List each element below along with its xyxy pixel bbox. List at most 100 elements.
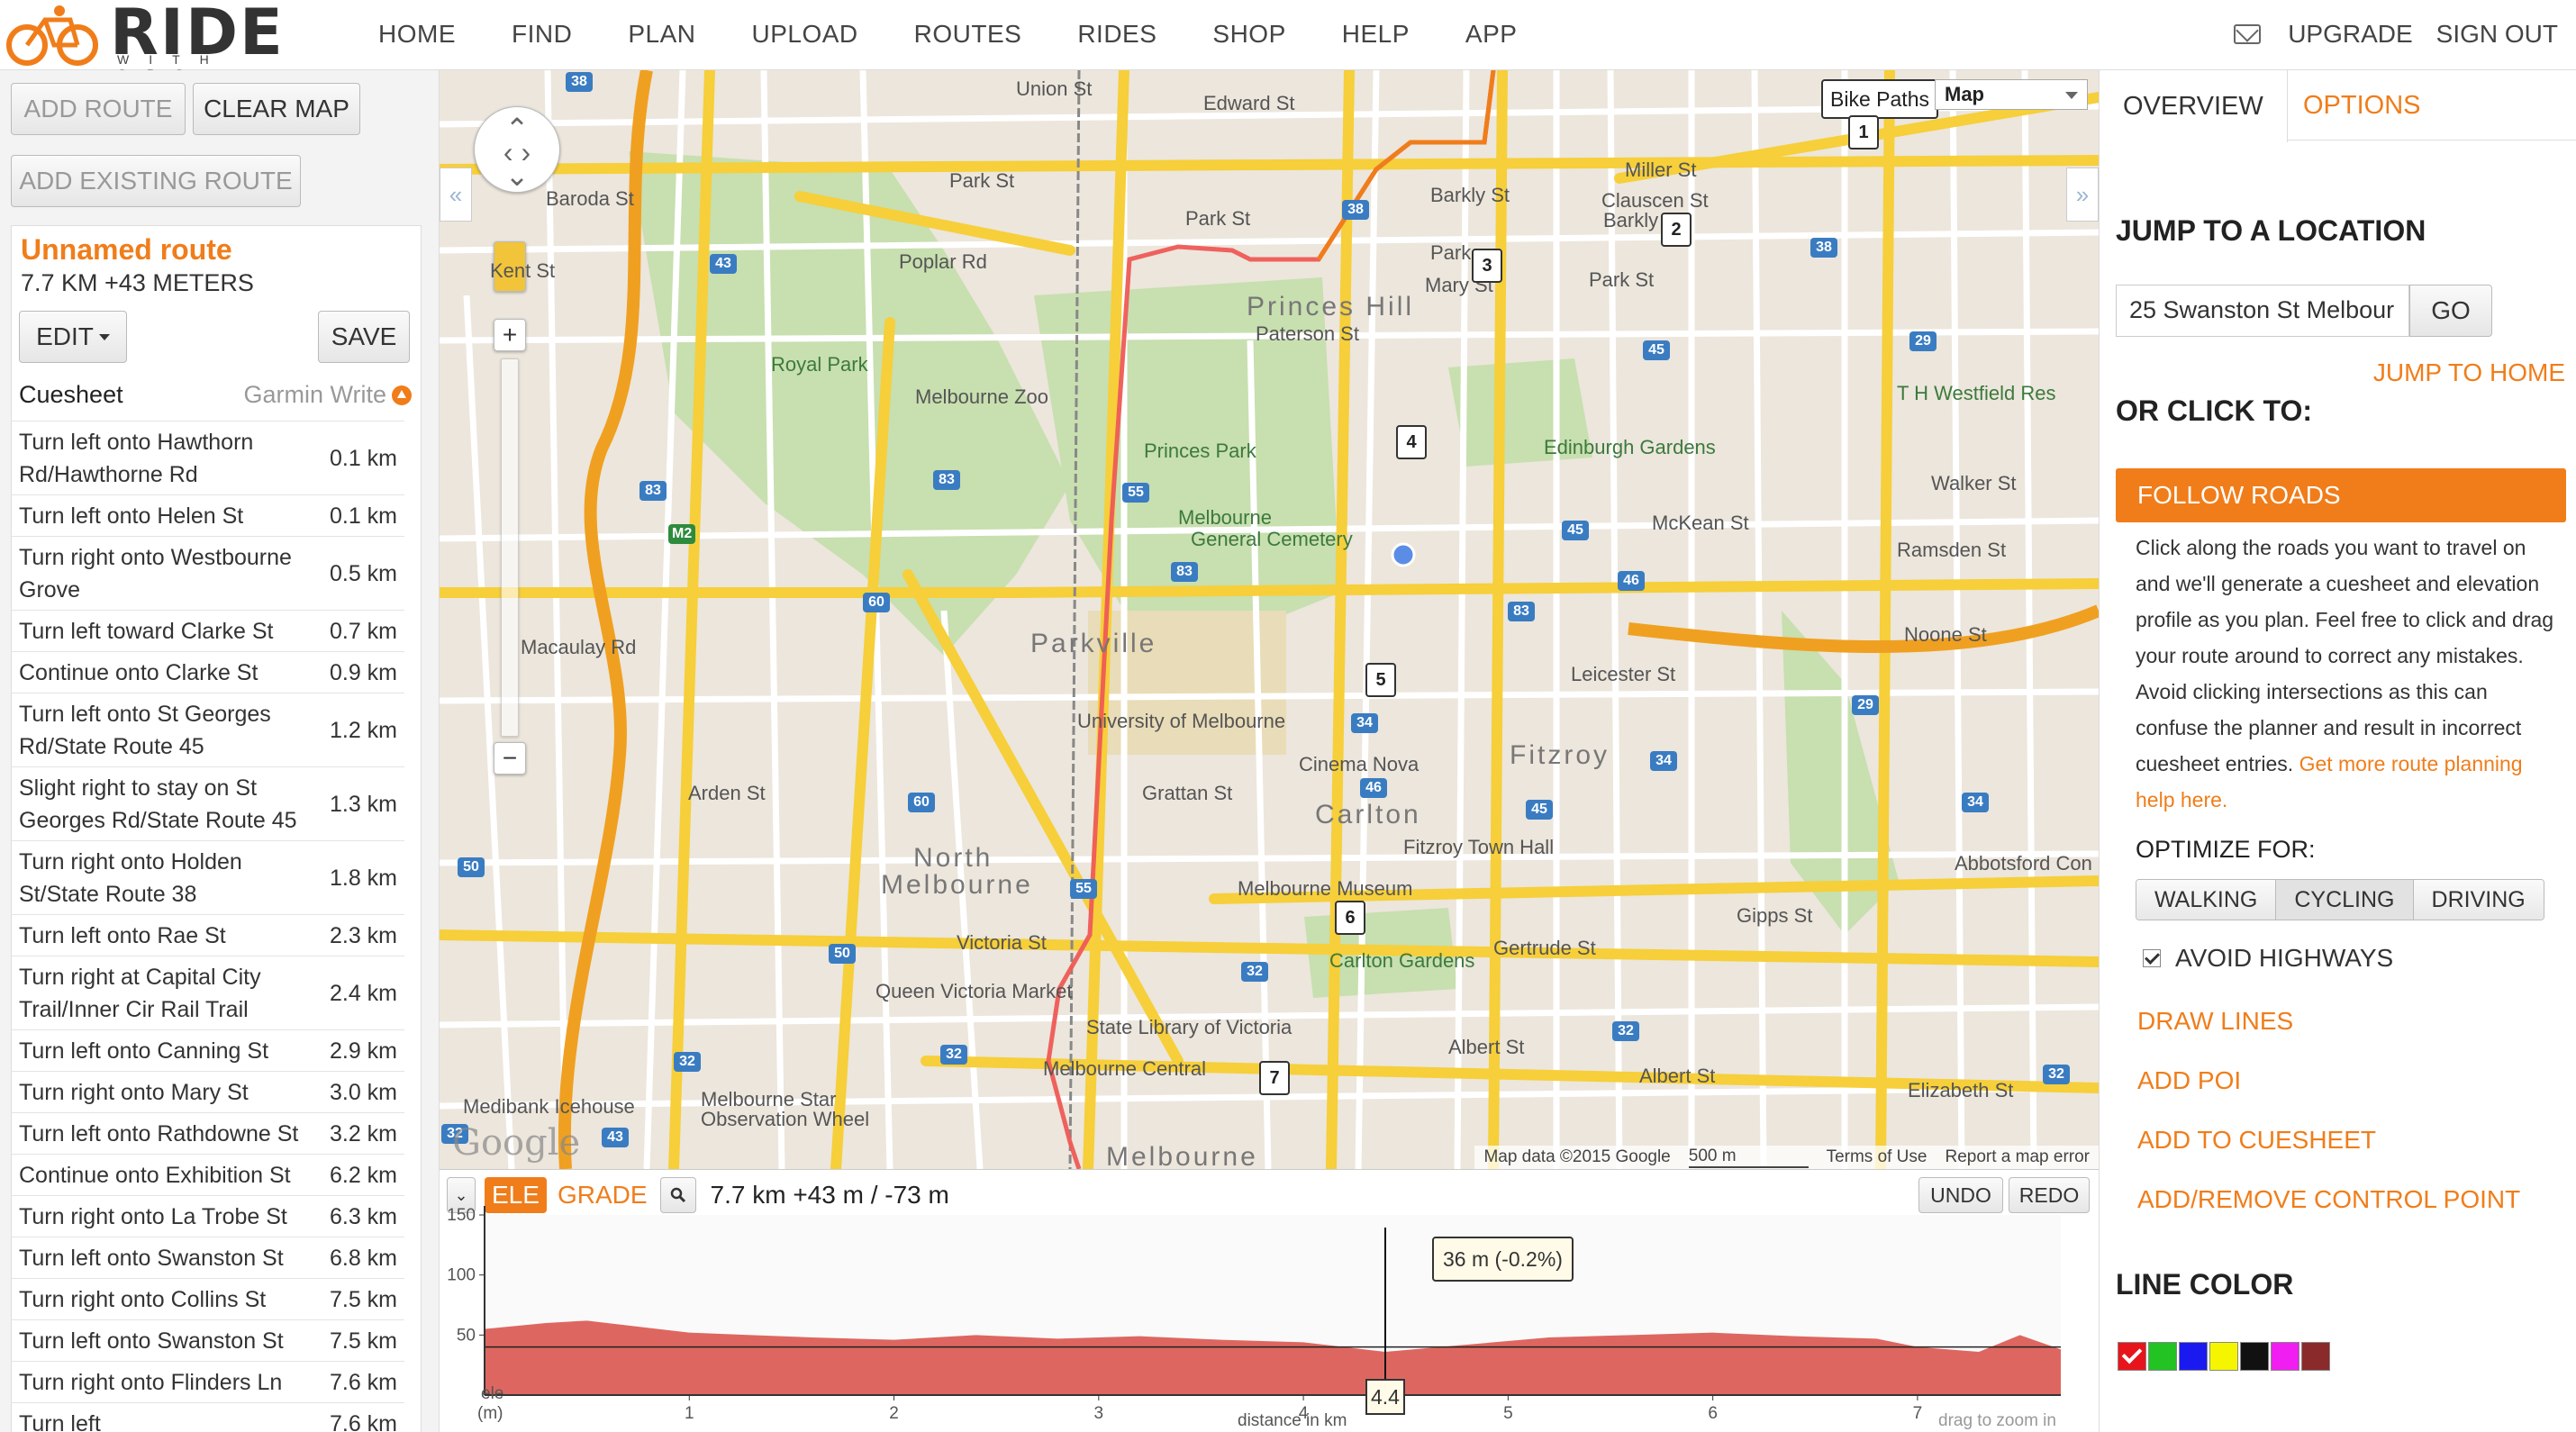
map-place-label: Princes Park — [1144, 440, 1256, 462]
add-route-button[interactable]: ADD ROUTE — [11, 83, 186, 135]
cue-row[interactable]: Turn left onto St Georges Rd/State Route… — [12, 693, 404, 766]
add-poi-mode[interactable]: ADD POI — [2137, 1066, 2241, 1095]
line-color-swatch[interactable] — [2240, 1342, 2269, 1371]
line-color-swatch[interactable] — [2179, 1342, 2208, 1371]
optimize-walking-button[interactable]: WALKING — [2136, 880, 2277, 920]
ride-with-gps-logo[interactable]: RIDE WITH GPS — [4, 0, 319, 81]
nav-home[interactable]: HOME — [378, 20, 456, 49]
upgrade-link[interactable]: UPGRADE — [2288, 20, 2412, 49]
cursor-distance-label: 4.4 — [1365, 1379, 1405, 1415]
nav-upload[interactable]: UPLOAD — [751, 20, 857, 49]
clear-map-button[interactable]: CLEAR MAP — [193, 83, 360, 135]
zoom-slider[interactable] — [501, 358, 519, 737]
nav-shop[interactable]: SHOP — [1212, 20, 1285, 49]
report-map-error-link[interactable]: Report a map error — [1945, 1147, 2090, 1167]
cue-row[interactable]: Turn right onto Flinders Ln 7.6 km — [12, 1361, 404, 1402]
cue-row[interactable]: Turn left onto Hawthorn Rd/Hawthorne Rd 0… — [12, 421, 404, 494]
tab-options[interactable]: OPTIONS — [2280, 70, 2444, 140]
optimize-driving-button[interactable]: DRIVING — [2413, 880, 2544, 920]
map-place-label: McKean St — [1652, 512, 1749, 534]
route-shield-icon: 43 — [602, 1128, 629, 1147]
route-shield-icon: 29 — [1852, 695, 1879, 715]
map-place-label: Poplar Rd — [899, 250, 987, 273]
cue-distance: 3.0 km — [329, 1079, 397, 1105]
cue-row[interactable]: Turn left onto Rathdowne St 3.2 km — [12, 1112, 404, 1154]
line-color-swatch[interactable] — [2271, 1342, 2299, 1371]
control-point-marker[interactable]: 4 — [1396, 425, 1427, 459]
save-button[interactable]: SAVE — [318, 311, 410, 363]
cue-row[interactable]: Turn left onto Helen St 0.1 km — [12, 494, 404, 536]
control-point-marker[interactable]: 1 — [1848, 115, 1879, 150]
add-remove-control-point-mode[interactable]: ADD/REMOVE CONTROL POINT — [2137, 1185, 2520, 1214]
edit-dropdown-button[interactable]: EDIT — [19, 311, 127, 363]
control-point-marker[interactable]: 2 — [1661, 213, 1692, 247]
route-name[interactable]: Unnamed route — [21, 233, 232, 267]
follow-roads-mode[interactable]: FOLLOW ROADS — [2116, 468, 2566, 522]
nav-plan[interactable]: PLAN — [628, 20, 695, 49]
zoom-in-button[interactable]: + — [494, 319, 526, 351]
collapse-left-panel-icon[interactable]: « — [440, 168, 472, 222]
collapse-right-panel-icon[interactable]: » — [2066, 168, 2099, 222]
map-type-select[interactable]: Map — [1935, 79, 2088, 110]
x-tick-label: 7 — [1913, 1404, 1923, 1423]
nav-app[interactable]: APP — [1465, 20, 1518, 49]
line-color-swatch[interactable] — [2209, 1342, 2238, 1371]
cue-row[interactable]: Turn right onto Holden St/State Route 38… — [12, 840, 404, 914]
nav-rides[interactable]: RIDES — [1077, 20, 1156, 49]
map-place-label: Park St — [1589, 268, 1655, 291]
route-shield-icon: 46 — [1618, 571, 1645, 591]
pan-arrows-icon: ⌃ ‹ › ⌄ — [503, 113, 531, 192]
control-point-marker[interactable]: 6 — [1335, 901, 1365, 935]
cue-row[interactable]: Turn right onto Mary St 3.0 km — [12, 1071, 404, 1112]
cue-row[interactable]: Continue onto Exhibition St 6.2 km — [12, 1154, 404, 1195]
add-existing-route-button[interactable]: ADD EXISTING ROUTE — [11, 155, 301, 207]
line-color-swatch[interactable] — [2301, 1342, 2330, 1371]
optimize-cycling-button[interactable]: CYCLING — [2276, 880, 2414, 920]
tab-overview[interactable]: OVERVIEW — [2100, 70, 2288, 142]
control-point-marker[interactable]: 5 — [1365, 663, 1396, 697]
cue-row[interactable]: Turn left onto Swanston St 7.5 km — [12, 1319, 404, 1361]
optimize-for-selector: WALKING CYCLING DRIVING — [2136, 879, 2544, 920]
avoid-highways-checkbox[interactable] — [2143, 949, 2161, 967]
control-point-marker[interactable]: 3 — [1472, 249, 1502, 283]
nav-help[interactable]: HELP — [1342, 20, 1410, 49]
cue-row[interactable]: Turn left 7.6 km — [12, 1402, 404, 1432]
elevation-chart[interactable]: 150100501 2 3 4 5 6 7 — [440, 1170, 2099, 1432]
bike-paths-toggle[interactable]: Bike Paths — [1821, 79, 1938, 119]
route-shield-icon: 43 — [710, 254, 737, 274]
nav-routes[interactable]: ROUTES — [914, 20, 1022, 49]
line-color-swatch[interactable] — [2148, 1342, 2177, 1371]
jump-to-home-link[interactable]: JUMP TO HOME — [2373, 358, 2565, 387]
go-button[interactable]: GO — [2409, 285, 2492, 337]
avoid-highways-option[interactable]: AVOID HIGHWAYS — [2143, 944, 2393, 973]
line-color-swatch[interactable] — [2118, 1342, 2146, 1371]
cue-row[interactable]: Turn right onto La Trobe St 6.3 km — [12, 1195, 404, 1237]
zoom-out-button[interactable]: − — [494, 742, 526, 775]
route-map[interactable]: ⌃ ‹ › ⌄ + − « » Bike Paths Map Union St Edw… — [440, 70, 2099, 1169]
cue-row[interactable]: Turn right onto Westbourne Grove 0.5 km — [12, 536, 404, 610]
control-point-marker[interactable]: 7 — [1259, 1061, 1290, 1095]
cue-row[interactable]: Turn right onto Collins St 7.5 km — [12, 1278, 404, 1319]
mail-icon[interactable] — [2234, 24, 2262, 44]
route-shield-icon: 50 — [829, 944, 856, 964]
cue-row[interactable]: Continue onto Clarke St 0.9 km — [12, 651, 404, 693]
cue-row[interactable]: Turn right at Capital City Trail/Inner C… — [12, 956, 404, 1029]
terms-link[interactable]: Terms of Use — [1827, 1147, 1927, 1167]
nav-find[interactable]: FIND — [512, 20, 572, 49]
draw-lines-mode[interactable]: DRAW LINES — [2137, 1007, 2293, 1036]
cue-row[interactable]: Turn left onto Canning St 2.9 km — [12, 1029, 404, 1071]
map-place-label: Victoria St — [957, 931, 1047, 954]
add-to-cuesheet-mode[interactable]: ADD TO CUESHEET — [2137, 1126, 2376, 1155]
sign-out-link[interactable]: SIGN OUT — [2436, 20, 2558, 49]
help-paragraph: Click along the roads you want to travel… — [2136, 536, 2554, 775]
cue-row[interactable]: Turn left toward Clarke St 0.7 km — [12, 610, 404, 651]
cue-row[interactable]: Turn left onto Swanston St 6.8 km — [12, 1237, 404, 1278]
cue-text: Turn left onto Rathdowne St — [19, 1120, 299, 1147]
garmin-write-link[interactable]: Garmin Write — [243, 381, 412, 409]
route-shield-icon: 55 — [1122, 483, 1149, 503]
line-color-swatches — [2118, 1342, 2332, 1371]
route-shield-icon: 55 — [1070, 879, 1097, 899]
location-search-input[interactable]: 25 Swanston St Melbour — [2116, 285, 2409, 337]
cue-row[interactable]: Turn left onto Rae St 2.3 km — [12, 914, 404, 956]
cue-row[interactable]: Slight right to stay on St Georges Rd/St… — [12, 766, 404, 840]
